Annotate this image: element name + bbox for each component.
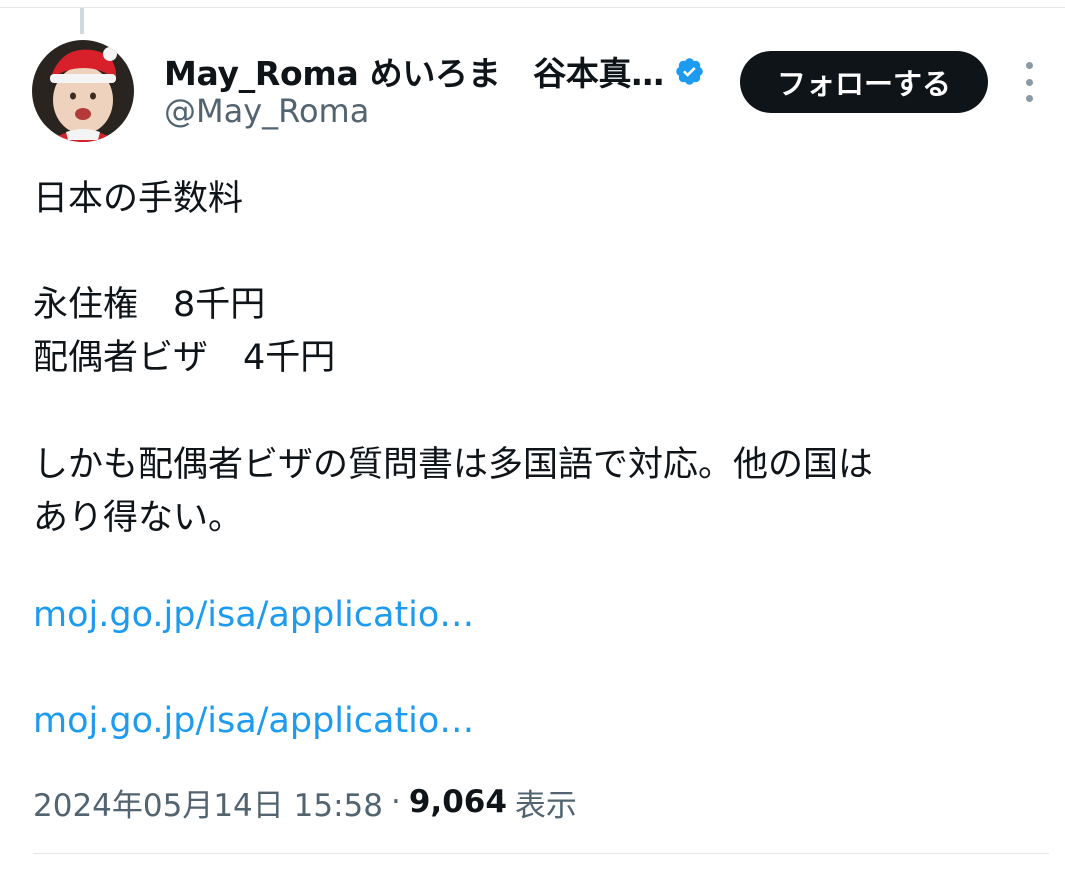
tweet-text-line: 日本の手数料 (33, 179, 244, 219)
views-label: 表示 (514, 787, 577, 824)
tweet-link[interactable]: moj.go.jp/isa/applicatio… (33, 701, 474, 741)
top-divider (0, 7, 1065, 8)
avatar[interactable] (32, 40, 134, 142)
tweet-text-line: 配偶者ビザ 4千円 (33, 338, 336, 378)
follow-button[interactable]: フォローする (740, 51, 988, 113)
more-dot (1025, 62, 1033, 69)
thread-connector-line (80, 8, 84, 34)
tweet-text-line: あり得ない。 (33, 498, 244, 538)
author-handle[interactable]: @May_Roma (164, 92, 369, 130)
verified-badge-icon (674, 56, 705, 87)
bottom-divider (33, 853, 1049, 854)
author-name-row: May_Roma めいろま 谷本真… (164, 48, 705, 94)
tweet-timestamp[interactable]: 2024年05月14日 15:58 (33, 780, 383, 825)
tweet-text-line: 永住権 8千円 (33, 285, 266, 325)
more-dot (1025, 78, 1033, 86)
tweet-link[interactable]: moj.go.jp/isa/applicatio… (33, 595, 474, 635)
tweet-meta: 2024年05月14日 15:58 · 9,064 表示 (33, 780, 577, 824)
views-count: 9,064 (408, 784, 507, 820)
author-display-name[interactable]: May_Roma めいろま 谷本真… (164, 47, 664, 95)
avatar-image (32, 40, 134, 142)
meta-separator: · (390, 784, 401, 820)
more-vertical-icon[interactable] (1018, 62, 1040, 102)
tweet-text-line: しかも配偶者ビザの質問書は多国語で対応。他の国は (33, 445, 874, 485)
more-dot (1025, 95, 1033, 102)
